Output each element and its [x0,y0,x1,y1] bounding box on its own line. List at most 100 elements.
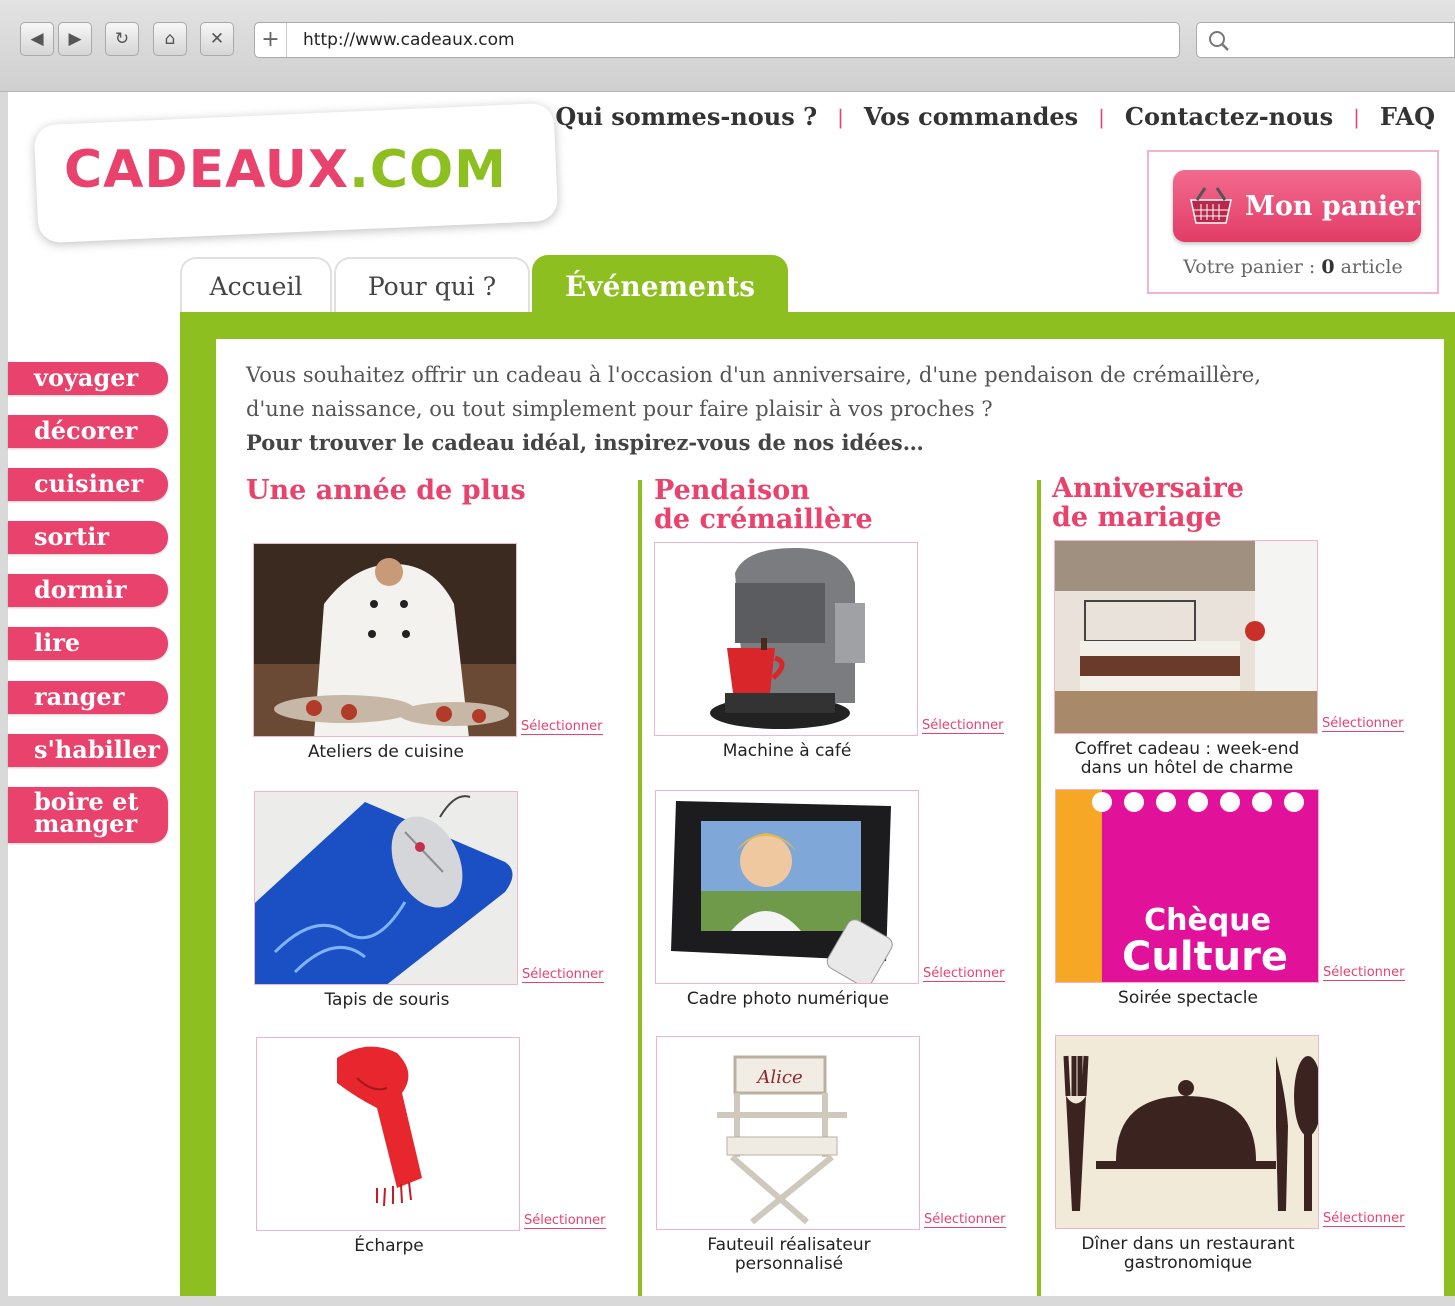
intro-line: Vous souhaitez offrir un cadeau à l'occa… [246,363,1261,387]
product-image-mousepad[interactable] [254,791,518,985]
new-tab-plus-icon[interactable]: + [255,23,287,57]
select-link[interactable]: Sélectionner [521,719,603,735]
product-image-hotel-room[interactable] [1054,540,1318,734]
caption-line: Écharpe [354,1236,424,1256]
link-orders[interactable]: Vos commandes [864,102,1078,131]
sidebar-item-ranger[interactable]: ranger [8,681,168,714]
cart-status-prefix: Votre panier : [1183,256,1322,278]
browser-toolbar: ◀ ▶ ↻ ⌂ ✕ + http://www.cadeaux.com [0,0,1455,92]
product-image-chef[interactable] [253,543,517,737]
logo-text-main: CADEAUX [64,140,350,200]
web-page: CADEAUX.COM Qui sommes-nous ? | Vos comm… [8,92,1455,1296]
product-caption: Fauteuil réalisateur personnalisé [656,1236,922,1274]
forward-arrow-icon[interactable]: ▶ [58,22,92,56]
caption-line: gastronomique [1123,1253,1253,1273]
column-title-line: Pendaison [654,475,810,506]
sidebar-item-label: manger [34,809,138,838]
link-contact[interactable]: Contactez-nous [1125,102,1333,131]
home-icon[interactable]: ⌂ [153,22,187,56]
reload-icon[interactable]: ↻ [105,22,139,56]
caption-line: Cadre photo numérique [686,989,890,1009]
tab-for-whom[interactable]: Pour qui ? [334,257,530,313]
my-cart-button[interactable]: Mon panier [1173,170,1421,242]
address-bar[interactable]: + http://www.cadeaux.com [254,22,1180,58]
caption-line: dans un hôtel de charme [1080,758,1294,778]
intro-line: d'une naissance, ou tout simplement pour… [246,397,993,421]
product-caption: Machine à café [654,742,920,761]
sidebar-item-cuisiner[interactable]: cuisiner [8,468,168,501]
cart-status-suffix: article [1334,256,1403,278]
tab-home[interactable]: Accueil [180,257,332,313]
address-url[interactable]: http://www.cadeaux.com [287,30,515,50]
caption-line: Soirée spectacle [1118,988,1258,1008]
back-arrow-icon[interactable]: ◀ [20,22,54,56]
product-caption: Coffret cadeau : week-end dans un hôtel … [1054,740,1320,778]
column-divider [1037,480,1041,1296]
select-link[interactable]: Sélectionner [924,1212,1006,1228]
select-link[interactable]: Sélectionner [1323,1211,1405,1227]
sidebar-item-decorer[interactable]: décorer [8,415,168,448]
caption-line: Machine à café [722,741,852,761]
tab-events[interactable]: Événements [532,255,788,315]
intro-text: Vous souhaitez offrir un cadeau à l'occa… [246,358,1346,460]
chair-name-text: Alice [755,1067,802,1088]
sidebar-item-dormir[interactable]: dormir [8,574,168,607]
cart-button-label: Mon panier [1245,190,1420,222]
caption-line: Ateliers de cuisine [308,742,464,762]
caption-line: Fauteuil réalisateur [707,1235,871,1255]
sidebar-item-voyager[interactable]: voyager [8,362,168,395]
column-title: Anniversaire de mariage [1052,474,1244,532]
product-caption: Cadre photo numérique [655,990,921,1009]
nav-separator: | [837,104,844,129]
select-link[interactable]: Sélectionner [923,966,1005,982]
top-navigation: Qui sommes-nous ? | Vos commandes | Cont… [555,102,1435,131]
product-caption: Tapis de souris [254,991,520,1010]
link-faq[interactable]: FAQ [1380,102,1435,131]
cheque-text-line2: Culture [1122,934,1288,980]
nav-separator: | [1353,104,1360,129]
cart-count: 0 [1321,256,1335,278]
column-title-line: Une année de plus [246,475,526,506]
link-about[interactable]: Qui sommes-nous ? [555,102,817,131]
site-logo[interactable]: CADEAUX.COM [64,140,507,200]
select-link[interactable]: Sélectionner [922,718,1004,734]
caption-line: personnalisé [734,1254,844,1274]
caption-line: Dîner dans un restaurant [1081,1234,1295,1254]
logo-text-domain: .COM [349,140,507,200]
sidebar-item-lire[interactable]: lire [8,627,168,660]
basket-icon [1190,187,1232,224]
nav-separator: | [1098,104,1105,129]
sidebar-item-sortir[interactable]: sortir [8,521,168,554]
select-link[interactable]: Sélectionner [522,967,604,983]
search-field[interactable] [1196,22,1455,58]
product-image-restaurant[interactable] [1055,1035,1319,1229]
stop-icon[interactable]: ✕ [200,22,234,56]
intro-headline: Pour trouver le cadeau idéal, inspirez-v… [246,430,924,455]
product-image-coffee-machine[interactable] [654,542,918,736]
column-title-line: de crémaillère [654,504,873,535]
sidebar-item-shabiller[interactable]: s'habiller [8,734,168,767]
select-link[interactable]: Sélectionner [1322,716,1404,732]
product-caption: Écharpe [256,1237,522,1256]
product-caption: Ateliers de cuisine [253,743,519,762]
sidebar-item-boire-et-manger[interactable]: boire et manger [8,787,168,843]
select-link[interactable]: Sélectionner [524,1213,606,1229]
select-link[interactable]: Sélectionner [1323,965,1405,981]
product-caption: Dîner dans un restaurant gastronomique [1055,1235,1321,1273]
product-image-director-chair[interactable]: Alice [656,1036,920,1230]
product-caption: Soirée spectacle [1055,989,1321,1008]
column-title: Pendaison de crémaillère [654,476,873,534]
column-title-line: de mariage [1052,502,1222,533]
column-divider [638,480,642,1296]
cart-status: Votre panier : 0 article [1149,256,1437,278]
caption-line: Coffret cadeau : week-end [1074,739,1300,759]
column-title-line: Anniversaire [1052,473,1244,504]
product-image-scarf[interactable] [256,1037,520,1231]
product-image-cheque-culture[interactable]: Chèque Culture [1055,789,1319,983]
cart-widget: Mon panier Votre panier : 0 article [1147,150,1439,294]
caption-line: Tapis de souris [324,990,450,1010]
product-image-photo-frame[interactable] [655,790,919,984]
search-icon [1209,31,1229,51]
column-title: Une année de plus [246,476,526,505]
cheque-text-line1: Chèque [1144,903,1271,938]
